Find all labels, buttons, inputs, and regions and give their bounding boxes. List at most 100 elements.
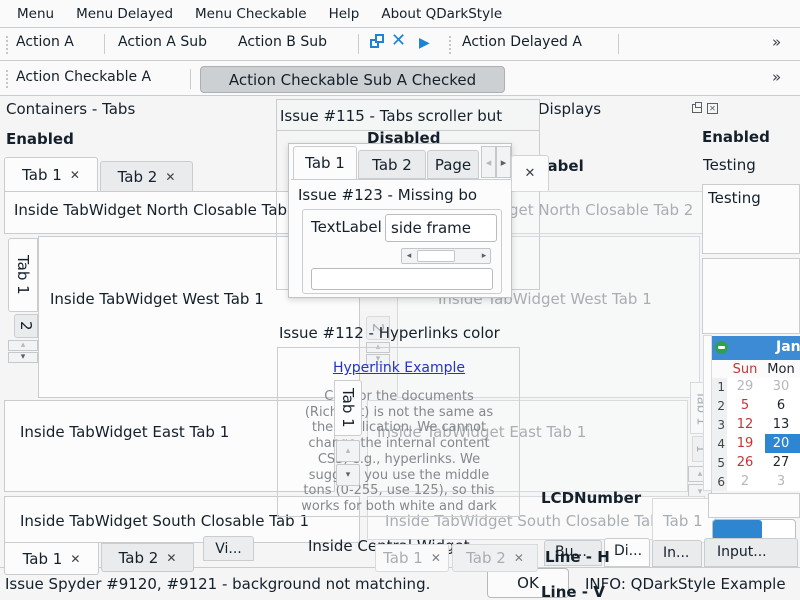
scrollbar-left-button[interactable]: ◂ [402,249,416,263]
issue-115-title-bar[interactable]: Issue #115 - Tabs scroller but [277,100,539,131]
toolbar-drag-handle[interactable] [448,35,453,54]
tab-scroll-left-button[interactable]: ◂ [481,146,496,178]
calendar-day[interactable]: 30 [764,379,798,394]
week-number: 6 [714,475,725,489]
tab-west-1[interactable]: Tab 1 [8,238,38,312]
calendar-widget[interactable]: Jan Sun Mon 1 29 30 2 5 6 3 12 13 4 19 2… [712,336,800,491]
dock-tab-label: Vi... [215,541,242,557]
calendar-month-label[interactable]: Jan [776,339,800,355]
menu-item-about[interactable]: About QDarkStyle [372,6,511,22]
menu-item-menu-checkable[interactable]: Menu Checkable [186,6,316,22]
tab-close-icon[interactable]: ✕ [70,552,80,566]
tab-north-disabled-close: ✕ [511,155,549,191]
calendar-day[interactable]: 6 [764,398,798,413]
week-number: 3 [714,418,725,432]
dock-tab-displays-selected[interactable]: Di... [604,538,650,567]
dock-float-icon[interactable] [695,102,702,108]
displays-enabled-header: Enabled [702,128,770,146]
action-b-sub-button[interactable]: Action B Sub [238,34,327,50]
tab-south-1[interactable]: Tab 1✕ [4,543,99,575]
tab-page-3[interactable]: Page [427,150,479,179]
displays-line-h-row-header: Line - H [545,548,610,566]
menu-item-menu[interactable]: Menu [8,6,63,22]
tab-label: 2 [17,321,35,331]
displays-lcd-row-header: LCDNumber [541,489,641,507]
dock-tab-views[interactable]: Vi... [203,536,254,561]
tab-scroll-up-button[interactable]: ▴ [336,440,360,462]
tab-scroll-right-button[interactable]: ▸ [496,146,511,178]
tab-north-2[interactable]: Tab 2✕ [100,161,193,192]
tab-page-1[interactable]: Tab 1 [293,146,357,179]
calendar-day[interactable]: 19 [730,436,760,451]
menu-item-menu-delayed[interactable]: Menu Delayed [67,6,182,22]
calendar-day[interactable]: 5 [730,398,760,413]
toolbar-drag-handle[interactable] [5,69,10,88]
toolbar-separator [190,69,191,89]
play-icon[interactable]: ▶ [419,35,430,51]
tab-south-2[interactable]: Tab 2✕ [101,543,194,572]
hyperlink-example-link[interactable]: Hyperlink Example [287,357,511,376]
link-label[interactable]: Hyperlink Example [333,360,465,376]
tab-scroll-down-button[interactable]: ▾ [336,464,360,486]
restore-window-icon[interactable] [375,34,384,43]
scrollbar-right-button[interactable]: ▸ [477,249,491,263]
dock-tab-inputs-fields[interactable]: Input... [704,538,798,567]
paragraph-line: suggest you use the middle [287,468,511,484]
calendar-day[interactable]: 2 [730,474,760,489]
action-a-button[interactable]: Action A [16,34,74,50]
week-number: 4 [714,437,725,451]
tab-label: Page [435,156,471,174]
tab-close-icon: ✕ [514,551,524,565]
tab-label: Tab 1 [383,549,423,567]
action-checkable-a-button[interactable]: Action Checkable A [16,69,151,85]
tab-close-icon[interactable]: ✕ [166,551,176,565]
checked-button-label: Action Checkable Sub A Checked [229,71,476,89]
calendar-gutter [703,335,712,491]
calendar-day[interactable]: 29 [730,379,760,394]
displays-dock-title: Displays [538,100,601,118]
dock-close-icon[interactable]: ✕ [707,103,718,114]
tab-label: Tab 1 [14,255,32,295]
action-checkable-sub-checked-button[interactable]: Action Checkable Sub A Checked [200,66,505,93]
menu-item-help[interactable]: Help [320,6,369,22]
frame-line-edit[interactable]: side frame [385,214,497,242]
dock-tab-label: In... [663,545,689,561]
frame-line-edit-empty[interactable] [311,268,493,290]
horizontal-scrollbar[interactable]: ◂ ▸ [401,248,491,264]
tab-close-icon[interactable]: ✕ [165,170,175,184]
west-enabled-content: Inside TabWidget West Tab 1 [50,290,264,308]
calendar-day[interactable]: 27 [764,455,798,470]
north-enabled-content: Inside TabWidget North Closable Tab 1 [14,201,301,219]
toolbar-overflow-chevron[interactable]: » [772,68,781,86]
calendar-day[interactable]: 13 [764,417,798,432]
action-a-sub-button[interactable]: Action A Sub [118,34,207,50]
calendar-day[interactable]: 12 [730,417,760,432]
tab-north-1[interactable]: Tab 1 ✕ [4,157,98,192]
scrollbar-handle[interactable] [417,250,455,262]
calendar-day[interactable]: 26 [730,455,760,470]
toolbar-drag-handle[interactable] [5,35,10,54]
tab-close-icon[interactable]: ✕ [70,168,80,182]
toolbar-overflow-chevron[interactable]: » [772,33,781,51]
graphics-view[interactable] [702,258,800,334]
up-arrow-icon: ▴ [346,447,351,456]
action-delayed-a-button[interactable]: Action Delayed A [462,34,582,50]
text-browser[interactable]: Testing [702,184,800,254]
calendar-day[interactable]: 3 [764,474,798,489]
tab-scroll-down-button[interactable]: ▾ [8,352,38,363]
tab-east-1[interactable]: Tab 1 [334,380,362,436]
issue-123-window[interactable]: Tab 1 Tab 2 Page ◂ ▸ Issue #123 - Missin… [288,143,512,298]
tab-scroll-up-button[interactable]: ▴ [8,340,38,351]
progress-bar-fill [713,520,762,540]
tab-page-2[interactable]: Tab 2 [358,150,426,179]
tab-west-2[interactable]: 2 [14,314,38,338]
week-number: 5 [714,456,725,470]
close-action-icon[interactable]: ✕ [391,30,406,51]
dock-tab-inputs-no-fields[interactable]: In... [652,540,702,567]
right-arrow-icon: ▸ [501,157,507,168]
calendar-prev-month-icon[interactable] [715,341,728,354]
issue-112-title: Issue #112 - Hyperlinks color [279,324,500,342]
calendar-day-selected[interactable]: 20 [764,436,798,451]
tab-label: Tab 1 [22,166,62,184]
toolbar-separator [618,34,619,54]
